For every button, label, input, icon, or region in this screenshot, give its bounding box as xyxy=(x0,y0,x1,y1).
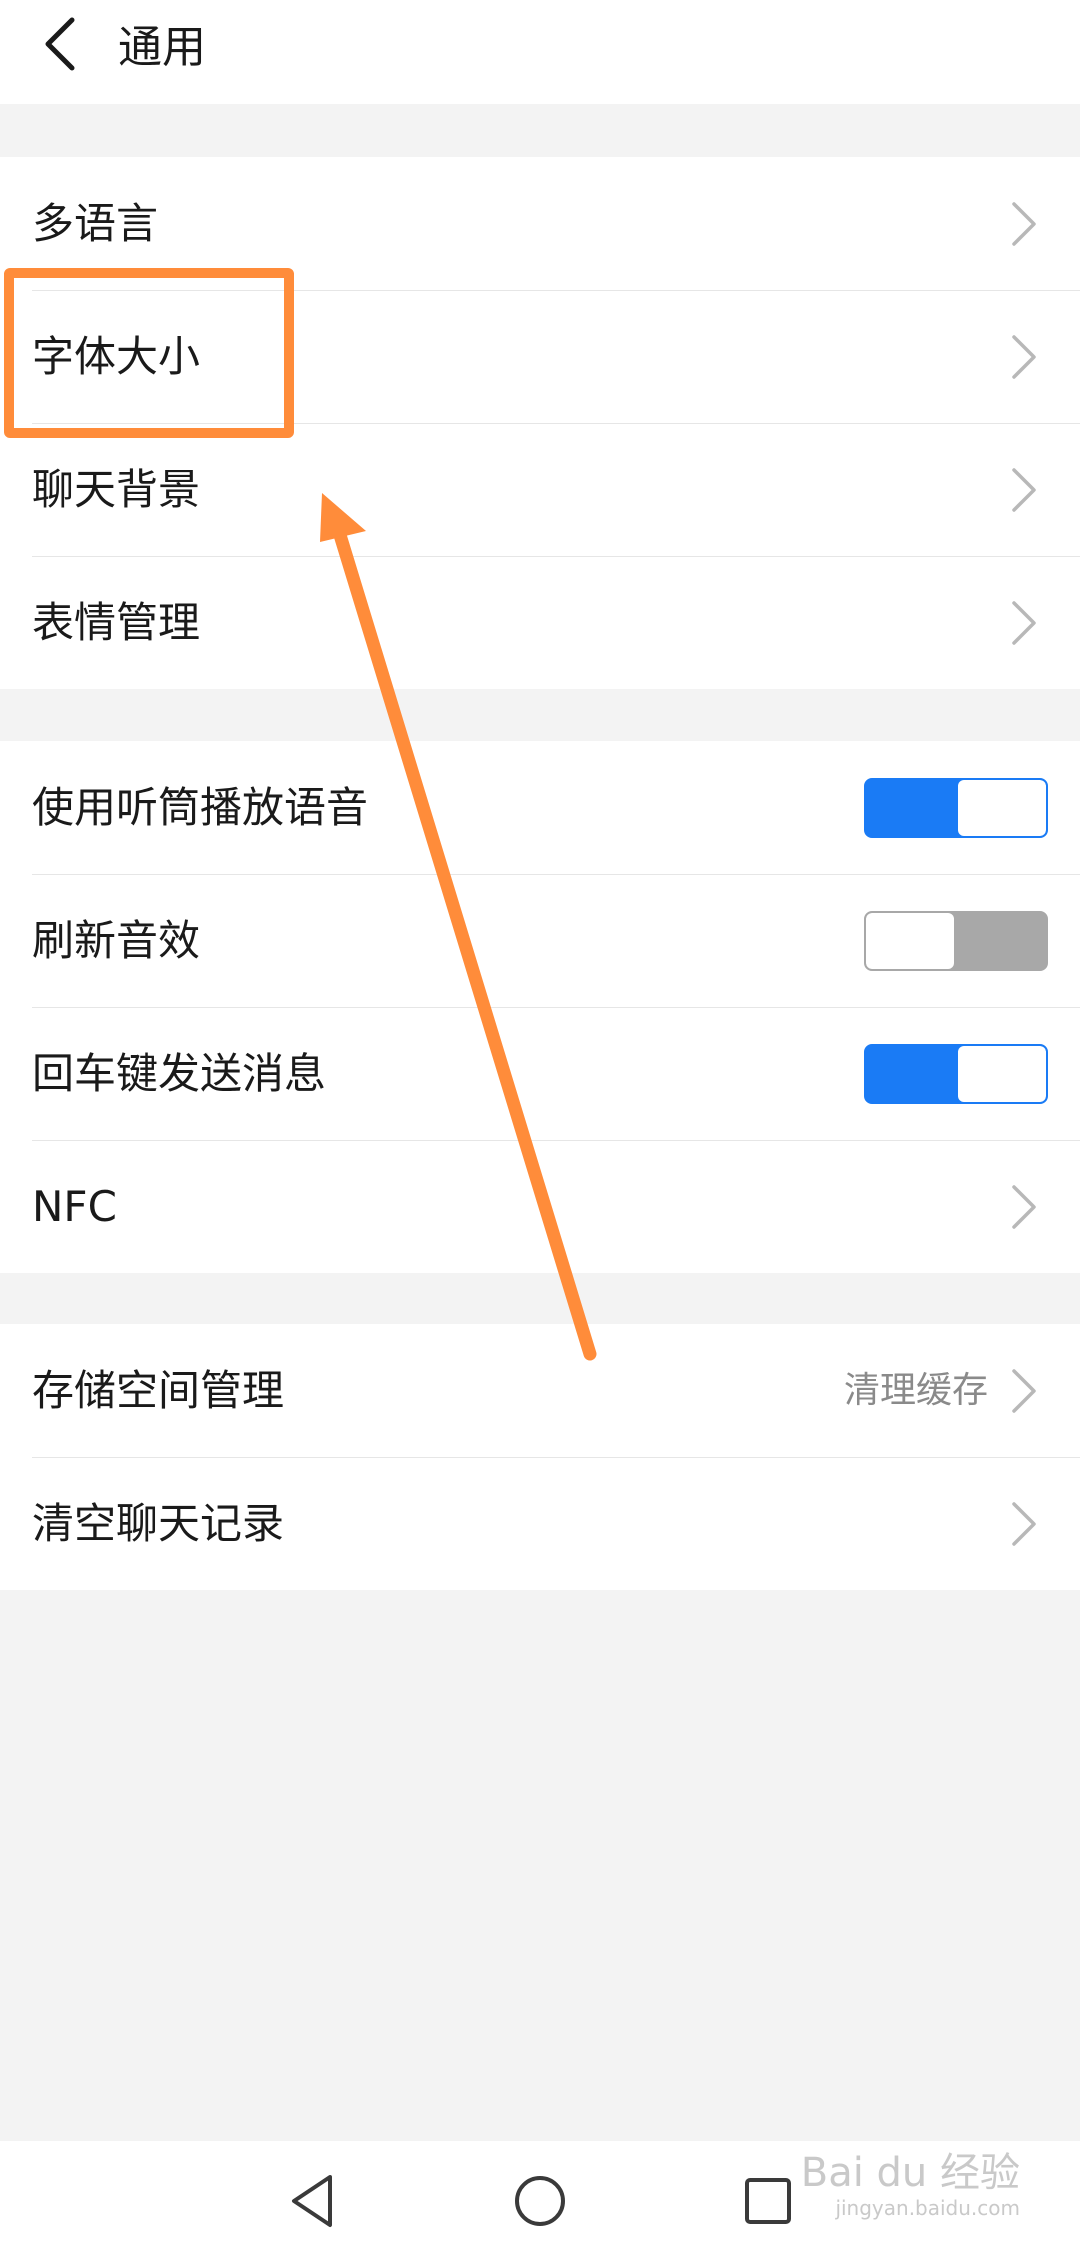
chevron-right-icon xyxy=(1012,1184,1036,1229)
settings-row-chat-background[interactable]: 聊天背景 xyxy=(0,423,1080,556)
page-title: 通用 xyxy=(118,22,206,73)
row-label: 聊天背景 xyxy=(32,464,201,514)
settings-row-language[interactable]: 多语言 xyxy=(0,157,1080,290)
row-label: 表情管理 xyxy=(32,597,201,647)
chevron-right-icon xyxy=(1012,1501,1036,1546)
settings-group-storage: 存储空间管理 清理缓存 清空聊天记录 xyxy=(0,1324,1080,1590)
chevron-right-icon xyxy=(1012,467,1036,512)
toggle-knob xyxy=(958,779,1046,836)
settings-row-refresh-sound: 刷新音效 xyxy=(0,874,1080,1007)
watermark-sub: jingyan.baidu.com xyxy=(835,2196,1020,2220)
row-label: 清空聊天记录 xyxy=(32,1498,285,1548)
row-label: 回车键发送消息 xyxy=(32,1048,327,1098)
watermark: Bai du 经验 jingyan.baidu.com xyxy=(801,2150,1020,2220)
settings-row-enter-to-send: 回车键发送消息 xyxy=(0,1007,1080,1140)
clear-cache-value: 清理缓存 xyxy=(843,1369,988,1411)
earpiece-voice-toggle[interactable] xyxy=(864,777,1048,838)
back-button[interactable] xyxy=(30,14,90,74)
toggle-knob xyxy=(958,1045,1046,1102)
watermark-main: Bai du 经验 xyxy=(800,2150,1020,2196)
settings-row-nfc[interactable]: NFC xyxy=(0,1140,1080,1273)
chevron-right-icon xyxy=(1012,201,1036,246)
settings-group-general: 多语言 字体大小 聊天背景 表情管理 xyxy=(0,157,1080,689)
settings-row-emoji-management[interactable]: 表情管理 xyxy=(0,556,1080,689)
row-label: 使用听筒播放语音 xyxy=(32,782,369,832)
chevron-right-icon xyxy=(1012,334,1036,379)
circle-home-icon[interactable] xyxy=(510,2171,570,2231)
settings-group-messages: 使用听筒播放语音 刷新音效 回车键发送消息 NFC xyxy=(0,741,1080,1273)
chevron-left-icon xyxy=(45,17,75,71)
refresh-sound-toggle[interactable] xyxy=(864,910,1048,971)
triangle-back-icon[interactable] xyxy=(282,2171,342,2231)
row-label: 多语言 xyxy=(32,198,159,248)
settings-row-earpiece-voice: 使用听筒播放语音 xyxy=(0,741,1080,874)
settings-row-clear-chat-history[interactable]: 清空聊天记录 xyxy=(0,1457,1080,1590)
toggle-knob xyxy=(866,912,954,969)
row-label: 存储空间管理 xyxy=(32,1365,285,1415)
header-bar: 通用 xyxy=(0,0,1080,104)
chevron-right-icon xyxy=(1012,600,1036,645)
row-label: 刷新音效 xyxy=(32,915,201,965)
settings-row-storage-management[interactable]: 存储空间管理 清理缓存 xyxy=(0,1324,1080,1457)
row-label: 字体大小 xyxy=(32,331,201,381)
enter-to-send-toggle[interactable] xyxy=(864,1043,1048,1104)
chevron-right-icon xyxy=(1012,1368,1036,1413)
square-recents-icon[interactable] xyxy=(738,2171,798,2231)
row-label: NFC xyxy=(32,1181,117,1231)
settings-row-font-size[interactable]: 字体大小 xyxy=(0,290,1080,423)
